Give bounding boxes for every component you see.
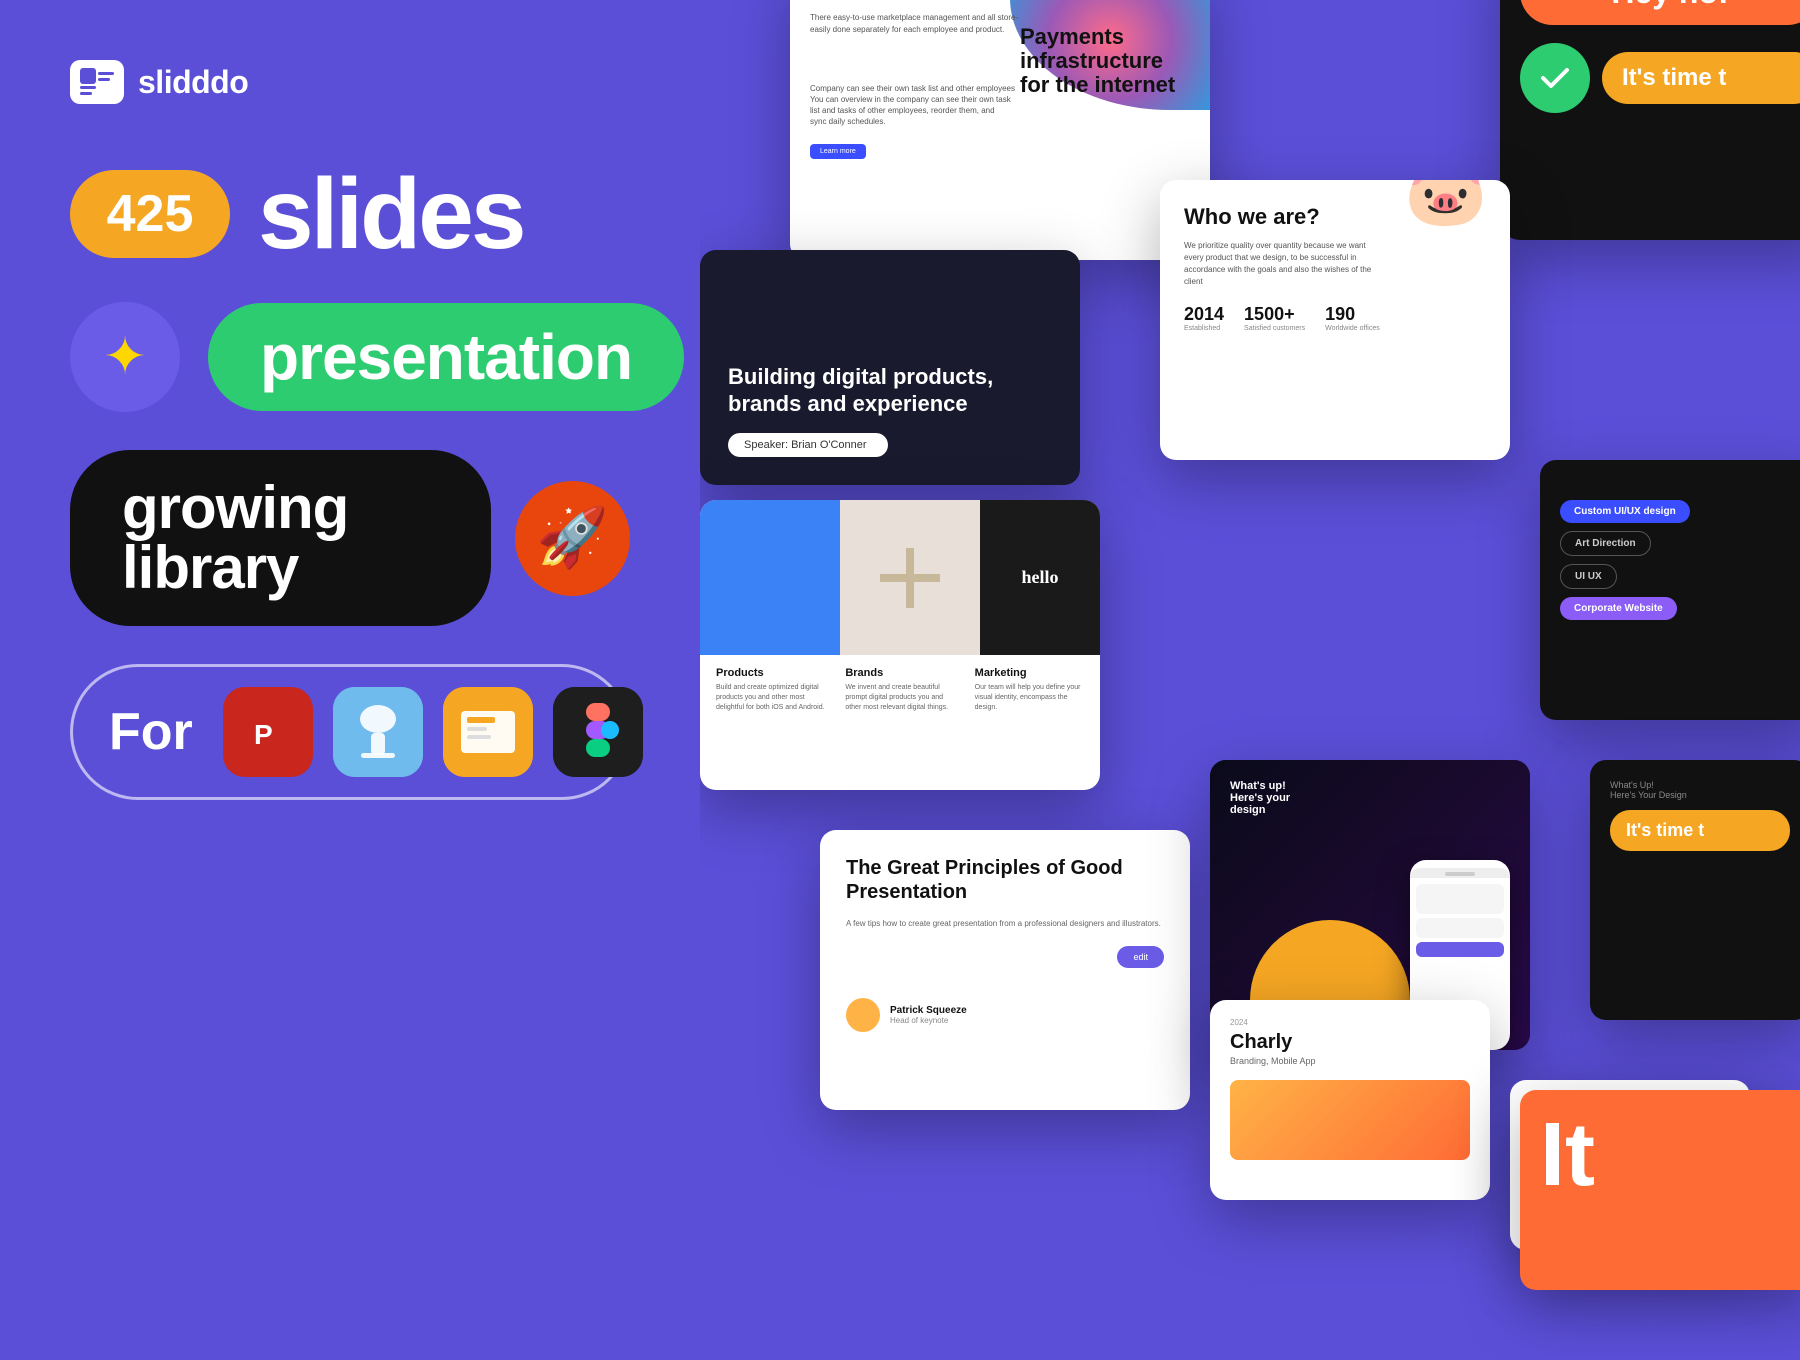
slide-payments-title: Payments infrastructure for the internet [1020, 25, 1190, 98]
who-pig-icon: 🐷 [1403, 180, 1490, 232]
sparkle-circle: ✦ [70, 302, 180, 412]
hello-text: hello [1021, 567, 1058, 588]
service-tag-2: Art Direction [1560, 531, 1651, 556]
charly-img [1230, 1080, 1470, 1160]
who-stat-worldwide-num: 190 [1325, 304, 1380, 325]
rocket-circle: 🚀 [515, 481, 630, 596]
brands-img-neutral [840, 500, 980, 655]
slide-brands: hello Products Build and create optimize… [700, 500, 1100, 790]
principles-author: Patrick Squeeze Head of keynote [890, 1005, 967, 1025]
charly-name: Charly [1230, 1031, 1470, 1054]
who-desc: We prioritize quality over quantity beca… [1184, 240, 1380, 288]
principles-author-name: Patrick Squeeze [890, 1005, 967, 1016]
presentation-row: ✦ presentation [70, 302, 630, 412]
who-stat-customers-label: Satisfied customers [1244, 325, 1305, 332]
brands-col-brands-text: We invent and create beautiful prompt di… [845, 683, 954, 712]
rocket-icon: 🚀 [536, 504, 608, 572]
brands-col-products-text: Build and create optimized digital produ… [716, 683, 825, 712]
who-stat-customers-num: 1500+ [1244, 304, 1305, 325]
who-stat-customers: 1500+ Satisfied customers [1244, 304, 1305, 332]
who-stats: 2014 Established 1500+ Satisfied custome… [1184, 304, 1486, 332]
brands-img-blue [700, 500, 840, 655]
slide-dark-products: Building digital products, brands and ex… [700, 250, 1080, 485]
slide-who-we-are: 🐷 Who we are? We prioritize quality over… [1160, 180, 1510, 460]
service-tag-1: Custom UI/UX design [1560, 500, 1690, 523]
logo-icon [70, 60, 124, 104]
principles-title: The Great Principles of Good Presentatio… [846, 856, 1164, 904]
sparkle-icon: ✦ [103, 331, 147, 383]
charly-sub: Branding, Mobile App [1230, 1056, 1470, 1066]
principles-btn: edit [1117, 946, 1164, 968]
library-row: growing library 🚀 [70, 450, 630, 626]
who-stat-worldwide-label: Worldwide offices [1325, 325, 1380, 332]
dark-products-title: Building digital products, brands and ex… [728, 364, 1052, 417]
brands-col-products-title: Products [716, 667, 825, 679]
principles-avatar [846, 998, 880, 1032]
charly-year: 2024 [1230, 1018, 1470, 1027]
slide-hey-ho-bottom: It's time t [1500, 35, 1800, 121]
slides-label: slides [258, 164, 524, 264]
who-stat-year-num: 2014 [1184, 304, 1224, 325]
library-label: growing library [122, 474, 348, 601]
service-tag-3: UI UX [1560, 564, 1617, 589]
brands-bottom: Products Build and create optimized digi… [700, 655, 1100, 724]
service-tag-4: Corporate Website [1560, 597, 1677, 620]
slide-payments-btn: Learn more [810, 144, 866, 159]
brands-col-brands-title: Brands [845, 667, 954, 679]
presentation-badge: presentation [208, 303, 684, 411]
itstime-text: It's time t [1626, 820, 1704, 840]
google-slides-icon [443, 687, 533, 777]
slide-hey-ho-green-circle [1520, 43, 1590, 113]
brands-col-brands: Brands We invent and create beautiful pr… [845, 667, 954, 712]
powerpoint-icon: P [223, 687, 313, 777]
it-partial-text: It [1520, 1090, 1800, 1220]
brands-col-products: Products Build and create optimized digi… [716, 667, 825, 712]
brands-img-dark: hello [980, 500, 1100, 655]
cross-shape [880, 548, 940, 608]
slide-hey-ho-yellow-bubble: It's time t [1602, 52, 1800, 104]
slide-hey-ho: Hey ho! It's time t [1500, 0, 1800, 240]
presentation-label: presentation [260, 321, 632, 393]
brands-col-marketing-title: Marketing [975, 667, 1084, 679]
keynote-icon [333, 687, 423, 777]
itstime-label: What's Up!Here's Your Design [1610, 780, 1790, 800]
slide-itstime: What's Up!Here's Your Design It's time t [1590, 760, 1800, 1020]
left-section: slidddo 425 slides ✦ presentation growin… [0, 0, 700, 1360]
app-whatsup-text: What's up!Here's yourdesign [1230, 780, 1290, 816]
logo-text: slidddo [138, 64, 248, 101]
figma-icon [553, 687, 643, 777]
who-stat-year-label: Established [1184, 325, 1224, 332]
slide-hey-ho-orange: Hey ho! [1520, 0, 1800, 25]
library-badge: growing library [70, 450, 491, 626]
itstime-bubble: It's time t [1610, 810, 1790, 851]
who-stat-year: 2014 Established [1184, 304, 1224, 332]
logo-area: slidddo [70, 60, 630, 104]
principles-author-role: Head of keynote [890, 1016, 967, 1025]
slide-charly: 2024 Charly Branding, Mobile App [1210, 1000, 1490, 1200]
principles-avatar-row: Patrick Squeeze Head of keynote [846, 998, 1164, 1032]
brands-images: hello [700, 500, 1100, 655]
hey-ho-title: Hey ho! [1611, 0, 1728, 10]
right-section: Selling online and delivering directly t… [700, 0, 1800, 1360]
slide-dark-services: Custom UI/UX design Art Direction UI UX … [1540, 460, 1800, 720]
for-row: For P [70, 664, 630, 800]
slide-payments: Selling online and delivering directly t… [790, 0, 1210, 260]
dark-products-input: Speaker: Brian O'Conner [728, 433, 888, 457]
count-badge: 425 [70, 170, 230, 258]
who-stat-worldwide: 190 Worldwide offices [1325, 304, 1380, 332]
slide-it-partial: It [1520, 1090, 1800, 1290]
slides-row: 425 slides [70, 164, 630, 264]
principles-desc: A few tips how to create great presentat… [846, 918, 1164, 930]
svg-text:P: P [254, 719, 273, 750]
brands-col-marketing: Marketing Our team will help you define … [975, 667, 1084, 712]
slide-principles: The Great Principles of Good Presentatio… [820, 830, 1190, 1110]
brands-col-marketing-text: Our team will help you define your visua… [975, 683, 1084, 712]
its-time-text: It's time t [1622, 64, 1726, 91]
for-label: For [109, 702, 193, 762]
